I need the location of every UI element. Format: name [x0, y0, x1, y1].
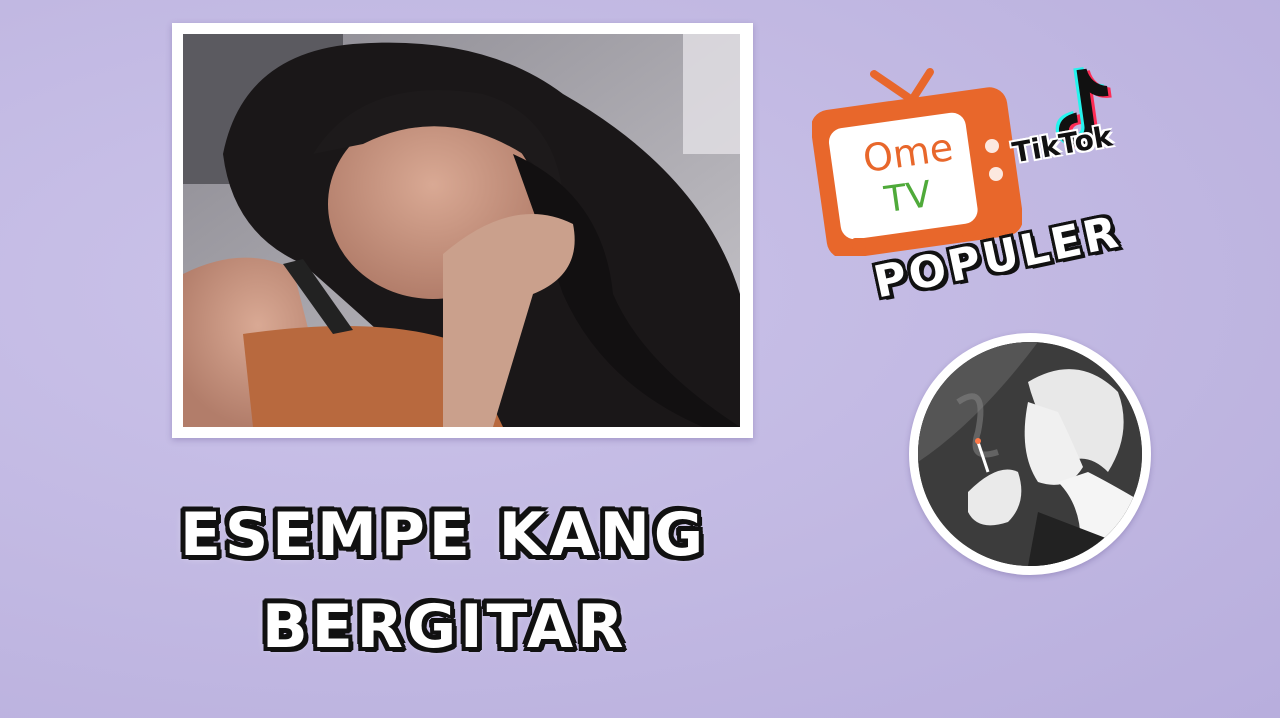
video-thumbnail-frame[interactable] [172, 23, 753, 438]
channel-avatar[interactable] [909, 333, 1151, 575]
video-title-line-2: BERGITAR [262, 592, 628, 662]
video-still-image [183, 34, 740, 427]
channel-avatar-icon [918, 342, 1142, 566]
video-thumbnail[interactable] [183, 34, 740, 427]
video-title-line-1: ESEMPE KANG [180, 500, 708, 570]
